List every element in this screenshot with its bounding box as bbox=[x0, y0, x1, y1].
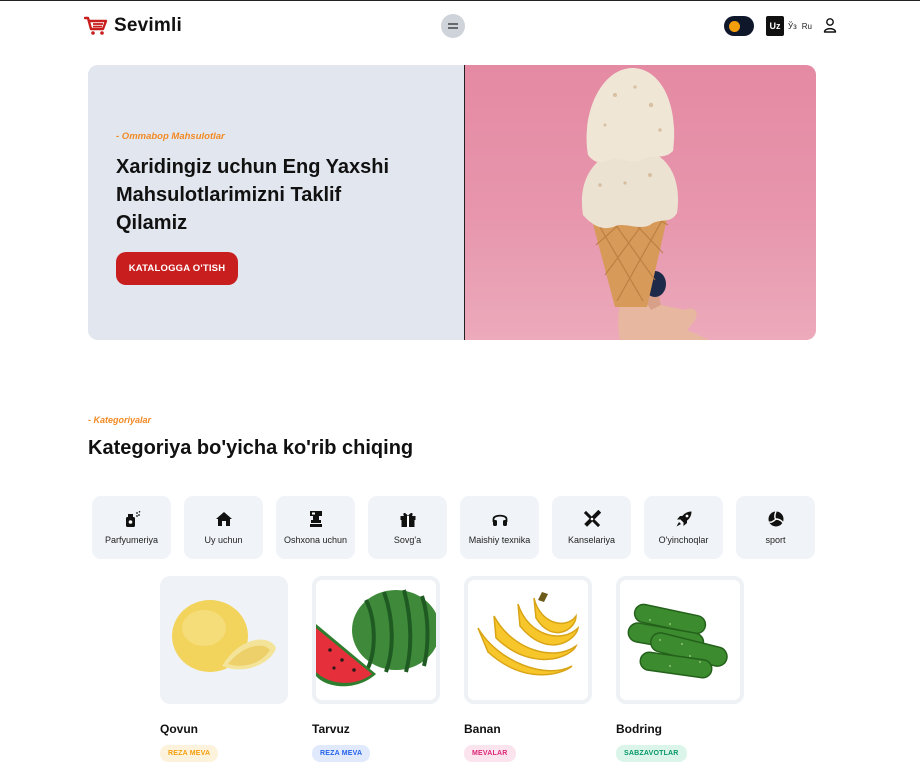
product-card-qovun[interactable]: Qovun REZA MEVA bbox=[160, 576, 288, 762]
category-oshxona-uchun[interactable]: Oshxona uchun bbox=[276, 496, 355, 559]
ruler-pencil-icon bbox=[583, 510, 601, 528]
logo[interactable]: Sevimli bbox=[84, 15, 182, 37]
product-card-bodring[interactable]: Bodring SABZAVOTLAR bbox=[616, 576, 744, 762]
product-name: Qovun bbox=[160, 722, 198, 736]
theme-toggle[interactable] bbox=[724, 16, 754, 36]
product-image-watermelon bbox=[312, 576, 440, 704]
gift-icon bbox=[400, 512, 415, 527]
category-label: Sovg'a bbox=[393, 535, 422, 545]
category-maishiy-texnika[interactable]: Maishiy texnika bbox=[460, 496, 539, 559]
categories-title: Kategoriya bo'yicha ko'rib chiqing bbox=[88, 437, 414, 459]
ice-cream-image bbox=[581, 67, 710, 340]
category-uy-uchun[interactable]: Uy uchun bbox=[184, 496, 263, 559]
category-oyinchoqlar[interactable]: O'yinchoqlar bbox=[644, 496, 723, 559]
product-name: Tarvuz bbox=[312, 722, 350, 736]
language-switcher: Uz Ўз Ru bbox=[766, 16, 813, 36]
hamburger-icon bbox=[448, 23, 458, 29]
product-name: Bodring bbox=[616, 722, 662, 736]
category-label: O'yinchoqlar bbox=[658, 535, 709, 545]
product-image-cucumbers bbox=[616, 576, 744, 704]
product-card-banan[interactable]: Banan MEVALAR bbox=[464, 576, 592, 762]
site-header: Sevimli Uz Ўз Ru bbox=[0, 1, 920, 49]
category-kanselariya[interactable]: Kanselariya bbox=[552, 496, 631, 559]
product-image-melon bbox=[160, 576, 288, 704]
categories-eyebrow: - Kategoriyalar bbox=[88, 415, 152, 425]
product-card-tarvuz[interactable]: Tarvuz REZA MEVA bbox=[312, 576, 440, 762]
category-label: sport bbox=[765, 535, 786, 545]
hero-eyebrow: - Ommabop Mahsulotlar bbox=[116, 131, 225, 142]
product-category-badge: MEVALAR bbox=[464, 745, 516, 762]
product-category-badge: REZA MEVA bbox=[160, 745, 219, 762]
product-image-bananas bbox=[464, 576, 592, 704]
product-category-badge: SABZAVOTLAR bbox=[616, 745, 687, 762]
category-label: Kanselariya bbox=[567, 535, 616, 545]
hero-title: Xaridingiz uchun Eng Yaxshi Mahsulotlari… bbox=[116, 156, 390, 234]
category-list: Parfyumeriya Uy uchun Oshxona uchun Sovg… bbox=[92, 496, 815, 559]
user-icon[interactable] bbox=[823, 17, 837, 33]
product-category-badge: REZA MEVA bbox=[312, 745, 371, 762]
sun-icon bbox=[729, 21, 740, 32]
category-label: Parfyumeriya bbox=[104, 535, 158, 545]
hero-text-panel: - Ommabop Mahsulotlar Xaridingiz uchun E… bbox=[88, 65, 464, 340]
hero-banner: - Ommabop Mahsulotlar Xaridingiz uchun E… bbox=[88, 65, 816, 340]
rocket-icon bbox=[676, 511, 691, 527]
lang-uz-cyrillic[interactable]: Ўз bbox=[787, 22, 798, 31]
menu-button[interactable] bbox=[441, 14, 465, 38]
category-label: Oshxona uchun bbox=[283, 535, 348, 545]
category-sovga[interactable]: Sovg'a bbox=[368, 496, 447, 559]
category-parfyumeriya[interactable]: Parfyumeriya bbox=[92, 496, 171, 559]
product-name: Banan bbox=[464, 722, 501, 736]
lang-ru[interactable]: Ru bbox=[801, 22, 813, 31]
shopping-cart-icon bbox=[84, 16, 108, 35]
headphones-icon bbox=[492, 514, 507, 526]
lang-uz[interactable]: Uz bbox=[766, 16, 784, 36]
hero-image bbox=[465, 65, 816, 340]
brand-name: Sevimli bbox=[114, 15, 182, 36]
product-list: Qovun REZA MEVA Tarvuz REZA MEVA Banan M… bbox=[160, 576, 744, 762]
category-sport[interactable]: sport bbox=[736, 496, 815, 559]
category-label: Uy uchun bbox=[204, 535, 243, 545]
category-label: Maishiy texnika bbox=[468, 535, 531, 545]
home-icon bbox=[215, 512, 232, 526]
kitchen-icon bbox=[309, 511, 322, 527]
volleyball-icon bbox=[768, 511, 783, 527]
perfume-icon bbox=[125, 511, 140, 527]
catalog-button[interactable]: KATALOGGA O'TISH bbox=[116, 252, 238, 285]
